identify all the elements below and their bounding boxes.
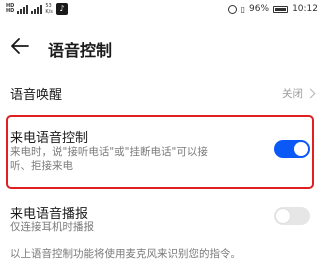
header: 语音控制 [0, 26, 326, 66]
status-right-group: ▯ 96% 10:12 [227, 4, 318, 14]
incoming-call-voice-title: 来电语音控制 [10, 131, 89, 146]
clock: 10:12 [292, 4, 318, 14]
battery-percent: 96% [249, 4, 270, 14]
signal-icon [17, 4, 29, 14]
incoming-call-voice-toggle[interactable] [274, 140, 310, 158]
footer-note: 以上语音控制功能将使用麦克风来识别您的指令。 [10, 248, 241, 260]
hd-label-bottom: HD [6, 8, 15, 14]
voice-wakeup-row[interactable]: 语音唤醒 关闭 [0, 78, 326, 108]
incoming-call-broadcast-description: 仅连接耳机时播报 [10, 221, 94, 233]
page-title: 语音控制 [48, 41, 113, 60]
incoming-call-voice-description-line1: 来电时，说"接听电话"或"挂断电话"可以接 [10, 146, 208, 158]
status-left-group: HD HD 53 K/s ♪ [6, 3, 68, 15]
voice-wakeup-value: 关闭 [282, 86, 316, 101]
alarm-icon [227, 4, 237, 14]
incoming-call-voice-description-line2: 听、拒接来电 [10, 160, 73, 172]
voice-wakeup-title: 语音唤醒 [10, 88, 63, 103]
vibrate-icon: ▯ [240, 4, 246, 14]
incoming-call-broadcast-toggle[interactable] [274, 207, 310, 225]
voice-wakeup-status: 关闭 [282, 88, 303, 100]
toggle-knob [294, 142, 308, 156]
chevron-right-icon [305, 88, 316, 99]
hd-indicator: HD HD [6, 4, 14, 14]
back-arrow-icon[interactable] [8, 34, 32, 58]
toggle-knob [276, 209, 290, 223]
net-speed: 53 K/s [45, 3, 53, 15]
battery-icon [273, 5, 289, 13]
net-speed-unit: K/s [45, 9, 53, 15]
status-bar: HD HD 53 K/s ♪ ▯ 96% 10:12 [0, 0, 326, 22]
signal-icon [31, 4, 43, 14]
app-notification-icon: ♪ [55, 3, 68, 15]
